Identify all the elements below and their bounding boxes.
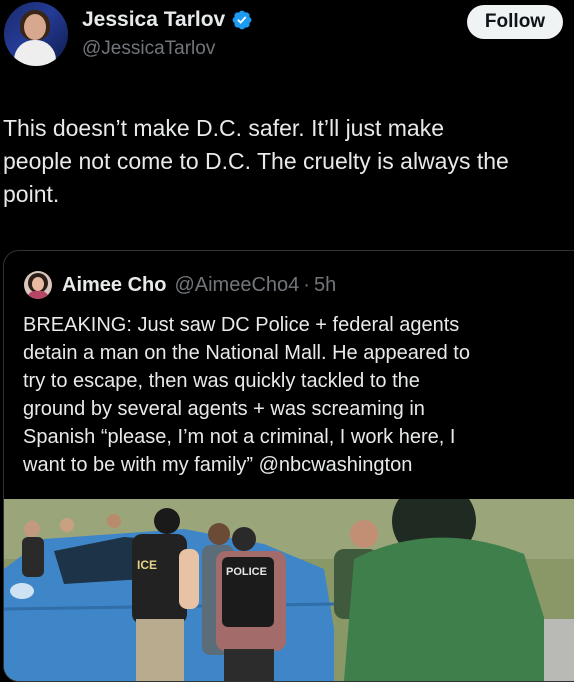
- media-agent-1-arm: [179, 549, 199, 609]
- media-man-head: [208, 523, 230, 545]
- verified-badge-icon: [232, 10, 252, 30]
- media-road: [544, 619, 574, 681]
- quoted-media-image[interactable]: ICE POLICE: [4, 499, 574, 681]
- author-name[interactable]: Jessica Tarlov: [82, 8, 225, 32]
- quoted-separator: ·: [303, 273, 310, 296]
- media-agent-1-legs: [136, 619, 184, 681]
- media-agent-1-head: [154, 508, 180, 534]
- author-handle[interactable]: @JessicaTarlov: [82, 38, 215, 60]
- author-avatar[interactable]: [4, 2, 68, 66]
- avatar-body: [14, 40, 56, 66]
- media-car-mirror: [10, 583, 34, 599]
- quoted-tweet-text: BREAKING: Just saw DC Police + federal a…: [23, 314, 470, 476]
- quoted-tweet-header: Aimee Cho @AimeeCho4 · 5h: [24, 271, 336, 299]
- media-person-bg-3-head: [107, 514, 121, 528]
- quoted-tweet[interactable]: Aimee Cho @AimeeCho4 · 5h BREAKING: Just…: [3, 250, 574, 682]
- media-person-bg-2-head: [60, 518, 74, 532]
- media-agent-1-vest: [132, 534, 187, 624]
- media-agent-2-head: [232, 527, 256, 551]
- media-agent-3-head: [350, 520, 378, 548]
- quoted-timestamp: 5h: [313, 273, 337, 296]
- follow-button[interactable]: Follow: [467, 5, 563, 39]
- media-vest-police-text: POLICE: [226, 566, 267, 578]
- quoted-avatar-body: [27, 291, 49, 299]
- avatar-face: [24, 14, 46, 40]
- quoted-author-avatar: [24, 271, 52, 299]
- quoted-author-name: Aimee Cho: [62, 273, 167, 296]
- media-agent-2-legs: [224, 649, 274, 681]
- quoted-author-handle: @AimeeCho4: [174, 273, 300, 296]
- media-photo: ICE POLICE: [4, 499, 574, 681]
- tweet-text: This doesn’t make D.C. safer. It’ll just…: [3, 115, 509, 207]
- author-name-row: Jessica Tarlov: [82, 8, 253, 32]
- media-person-bg-1-head: [24, 521, 40, 537]
- media-vest-ice-text: ICE: [137, 558, 157, 572]
- tweet-header: Jessica Tarlov @JessicaTarlov Follow: [0, 0, 574, 80]
- quoted-avatar-face: [32, 277, 44, 291]
- media-person-bg-1-body: [22, 537, 44, 577]
